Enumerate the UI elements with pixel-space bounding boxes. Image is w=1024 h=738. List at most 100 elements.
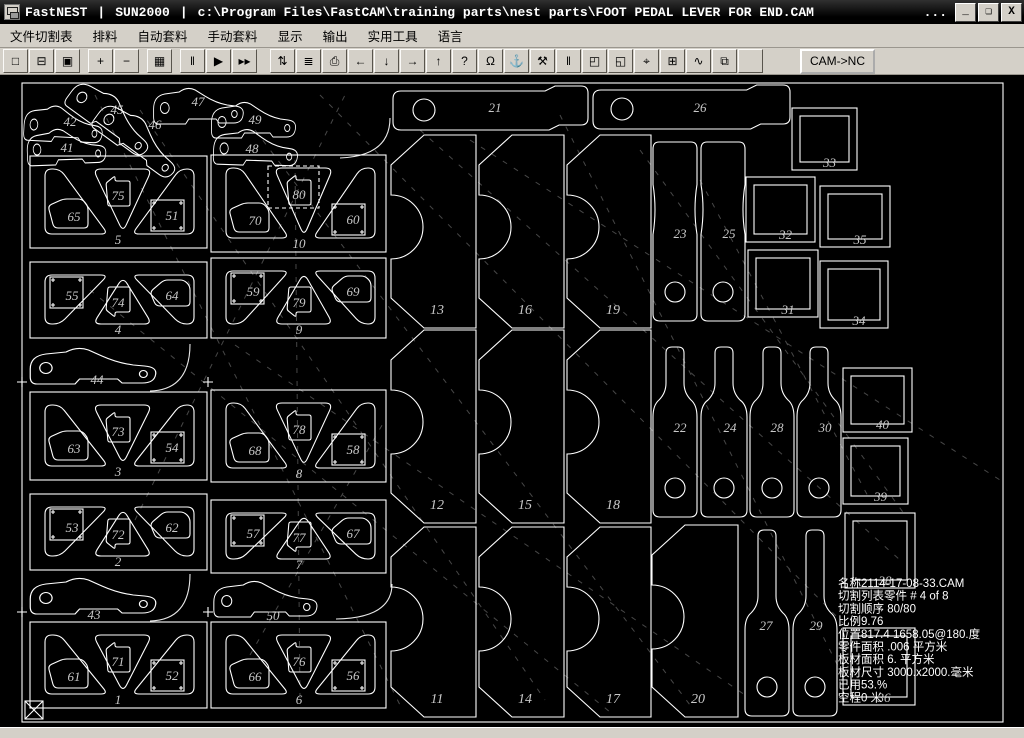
part-28[interactable]: 28	[750, 347, 794, 517]
part-17[interactable]: 17	[567, 527, 651, 717]
part-26[interactable]: 26	[593, 85, 790, 129]
part-34[interactable]: 34	[820, 261, 888, 328]
part-21[interactable]: 21	[393, 86, 588, 130]
plate-3[interactable]: 6373543	[30, 392, 207, 480]
toolbar-open-file-button[interactable]: ⊟	[29, 49, 54, 73]
part-29[interactable]: 29	[793, 530, 837, 716]
part-44[interactable]: 44	[30, 348, 156, 387]
toolbar-step-shape-a-button[interactable]: ◰	[582, 49, 607, 73]
toolbar-new-file-button[interactable]: □	[3, 49, 28, 73]
part-number: 名称2114-17-08-33.CAM	[838, 576, 964, 590]
nesting-drawing[interactable]: 6575515556474463735435362722617152170806…	[0, 75, 1024, 727]
part-13[interactable]: 13	[391, 135, 476, 328]
toolbar-zoom-window-button[interactable]: ⌖	[634, 49, 659, 73]
toolbar-zoom-in-button[interactable]: +	[88, 49, 113, 73]
part-number: 54	[166, 440, 180, 455]
part-number: 41	[61, 140, 74, 155]
plate-7[interactable]: 5767777	[211, 500, 386, 573]
part-number: 21	[489, 100, 502, 115]
plate-10[interactable]: 70806010	[211, 155, 386, 252]
toolbar-print-button[interactable]: ⎙	[322, 49, 347, 73]
part-number: 3	[114, 464, 122, 479]
app-name: FastNEST	[25, 5, 87, 20]
toolbar-plate-grid-button[interactable]: ▦	[147, 49, 172, 73]
part-47[interactable]: 47	[154, 88, 244, 124]
zoom-in-icon: +	[97, 55, 104, 67]
minimize-button[interactable]: _	[955, 3, 976, 22]
status-panel: 名称2114-17-08-33.CAM切割列表零件 # 4 of 8切割顺序 8…	[838, 576, 981, 704]
plate-grid-icon: ▦	[154, 55, 165, 67]
menu-file-cutting-list[interactable]: 文件切割表	[0, 23, 83, 48]
toolbar-save-file-button[interactable]: ▣	[55, 49, 80, 73]
system-name: SUN2000	[115, 5, 170, 20]
plate-6[interactable]: 6676566	[211, 622, 386, 708]
toolbar-move-right-button[interactable]: →	[400, 49, 425, 73]
part-50[interactable]: 50	[214, 581, 317, 623]
menu-output[interactable]: 输出	[313, 23, 358, 48]
part-number: 50	[267, 608, 281, 623]
toolbar-cut-sequence-button[interactable]: ⇅	[270, 49, 295, 73]
part-33[interactable]: 33	[792, 108, 857, 170]
toolbar-run-nest-button[interactable]: ▶	[206, 49, 231, 73]
part-24[interactable]: 24	[701, 347, 747, 517]
plate-9[interactable]: 5969799	[211, 258, 386, 338]
toolbar-nc-code-button[interactable]: ≣	[296, 49, 321, 73]
toolbar-rotate-part-button[interactable]: Ω	[478, 49, 503, 73]
menu-display[interactable]: 显示	[268, 23, 313, 48]
plate-2[interactable]: 5362722	[30, 494, 207, 570]
toolbar-tools-button[interactable]: ⚒	[530, 49, 555, 73]
part-32[interactable]: 32	[746, 177, 815, 242]
part-38[interactable]: 38	[845, 513, 915, 588]
part-31[interactable]: 31	[748, 250, 818, 317]
toolbar-zoom-fit-button[interactable]: ⊞	[660, 49, 685, 73]
part-number: 4	[115, 322, 122, 337]
part-41[interactable]: 41	[27, 128, 107, 166]
part-45[interactable]: 45	[63, 75, 161, 159]
part-number: 板材面积 6. 平方米	[838, 652, 935, 666]
plate-1[interactable]: 6171521	[30, 622, 207, 708]
plate-4[interactable]: 5564744	[30, 262, 207, 338]
menu-utilities[interactable]: 实用工具	[358, 23, 428, 48]
part-11[interactable]: 11	[391, 527, 476, 717]
part-23[interactable]: 23	[653, 142, 697, 321]
part-35[interactable]: 35	[820, 186, 890, 247]
part-20[interactable]: 20	[652, 525, 738, 717]
part-19[interactable]: 19	[567, 135, 651, 328]
toolbar-fast-forward-nest-button[interactable]: ▸▸	[232, 49, 257, 73]
nest-canvas[interactable]: 6575515556474463735435362722617152170806…	[0, 75, 1024, 727]
part-25[interactable]: 25	[701, 142, 745, 321]
part-48[interactable]: 48	[213, 128, 298, 167]
toolbar-measure-button[interactable]: ?	[452, 49, 477, 73]
part-27[interactable]: 27	[745, 530, 789, 716]
menu-nesting[interactable]: 排料	[83, 23, 128, 48]
part-40[interactable]: 40	[843, 368, 912, 432]
cam-to-nc-button[interactable]: CAM->NC	[800, 49, 875, 74]
part-18[interactable]: 18	[567, 330, 651, 523]
plate-8[interactable]: 6878588	[211, 390, 386, 482]
menu-manual-nest[interactable]: 手动套料	[198, 23, 268, 48]
copy-part-icon: ⧉	[720, 55, 729, 67]
part-15[interactable]: 15	[479, 330, 564, 523]
part-12[interactable]: 12	[391, 330, 476, 523]
toolbar-move-up-button[interactable]: ↑	[426, 49, 451, 73]
restore-button[interactable]: ❏	[978, 3, 999, 22]
toolbar-profile-button[interactable]: ∿	[686, 49, 711, 73]
part-39[interactable]: 39	[843, 438, 908, 504]
toolbar-move-down-button[interactable]: ↓	[374, 49, 399, 73]
menu-language[interactable]: 语言	[428, 23, 473, 48]
toolbar-move-left-button[interactable]: ←	[348, 49, 373, 73]
toolbar-torch-spacing-button[interactable]: ‖	[556, 49, 581, 73]
part-49[interactable]: 49	[212, 102, 296, 138]
part-30[interactable]: 30	[797, 347, 841, 517]
toolbar-step-shape-b-button[interactable]: ◱	[608, 49, 633, 73]
plate-5[interactable]: 6575515	[30, 156, 207, 248]
menu-auto-nest[interactable]: 自动套料	[128, 23, 198, 48]
toolbar-copy-part-button[interactable]: ⧉	[712, 49, 737, 73]
toolbar-gauge-button[interactable]: ⚓	[504, 49, 529, 73]
toolbar-pause-nest-button[interactable]: ‖	[180, 49, 205, 73]
part-14[interactable]: 14	[479, 527, 564, 717]
title-bar[interactable]: FastNEST | SUN2000 | c:\Program Files\Fa…	[0, 0, 1024, 25]
part-43[interactable]: 43	[30, 578, 156, 622]
toolbar-zoom-out-button[interactable]: −	[114, 49, 139, 73]
close-button[interactable]: X	[1001, 3, 1022, 22]
